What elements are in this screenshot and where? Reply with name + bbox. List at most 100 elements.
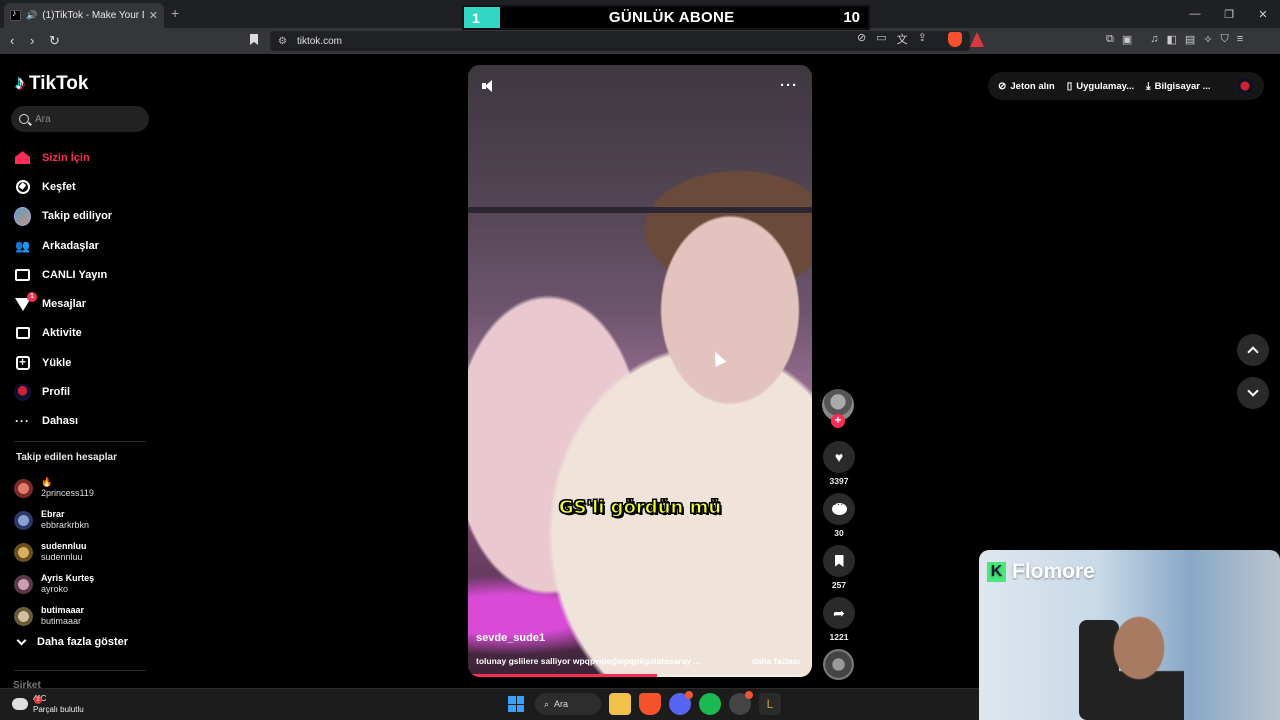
browser-toolbar: ‹ › ↻ ⚙ tiktok.com ⊘ ▭ 文 ⇪ ⧉ ▣ ♫ ◧ ▤ ✧ ⛉…	[0, 28, 1280, 54]
share-count: 1221	[829, 632, 849, 642]
steam-icon[interactable]	[729, 691, 753, 715]
spotify-icon[interactable]	[699, 693, 721, 715]
minimize-button[interactable]: —	[1178, 0, 1212, 28]
get-coins-button[interactable]: ⊘ Jeton alın	[998, 81, 1055, 92]
sidebar-toggle-icon[interactable]: ◧	[1167, 33, 1177, 46]
sidebar-nav: Sizin İçin Keşfet Takip ediliyor 👥 Arkad…	[14, 143, 112, 436]
nav-label: Takip ediliyor	[42, 210, 113, 223]
back-icon[interactable]: ‹	[10, 33, 14, 48]
video-author[interactable]: sevde_sude1	[476, 632, 545, 644]
brave-shield-icon[interactable]	[948, 32, 962, 47]
video-player[interactable]: ··· GS'li gördün mü sevde_sude1 tolunay …	[468, 65, 812, 677]
following-account[interactable]: Ayris Kurteş ayroko	[14, 568, 94, 600]
menu-icon[interactable]: ≡	[1237, 33, 1243, 46]
file-explorer-icon[interactable]	[609, 693, 631, 715]
nav-profile[interactable]: Profil	[14, 377, 112, 406]
nav-messages[interactable]: 1 Mesajlar	[14, 289, 112, 318]
search-input[interactable]	[35, 113, 135, 125]
maximize-button[interactable]: ❐	[1212, 0, 1246, 28]
nav-live[interactable]: CANLI Yayın	[14, 260, 112, 289]
sidebar-divider	[14, 441, 146, 442]
share-button[interactable]: ➦	[823, 597, 855, 629]
comment-button[interactable]	[823, 493, 855, 525]
following-account[interactable]: Ebrar ebbrarkrbkn	[14, 504, 94, 536]
screenshot-icon[interactable]: ▣	[1122, 33, 1132, 46]
show-more-button[interactable]: Daha fazla göster	[16, 635, 128, 648]
more-options-icon[interactable]: ···	[780, 77, 798, 94]
save-button[interactable]	[823, 545, 855, 577]
nav-label: Keşfet	[42, 180, 76, 193]
share-icon[interactable]: ⇪	[918, 31, 927, 47]
cast-icon[interactable]: ▭	[876, 31, 886, 47]
discord-icon[interactable]	[669, 691, 693, 715]
tab-close-icon[interactable]: ✕	[149, 9, 158, 22]
mute-icon[interactable]: ⊘	[857, 31, 866, 47]
chevron-up-icon	[1247, 346, 1259, 358]
nav-for-you[interactable]: Sizin İçin	[14, 143, 112, 172]
weather-widget[interactable]: 2 4°C Parçalı bulutlu	[10, 693, 84, 715]
activity-icon	[15, 327, 30, 340]
nav-following[interactable]: Takip ediliyor	[14, 202, 112, 231]
reload-icon[interactable]: ↻	[49, 33, 60, 49]
close-window-button[interactable]: ✕	[1246, 0, 1280, 28]
account-username: ayroko	[41, 584, 69, 594]
streamer	[1094, 610, 1184, 720]
daily-subscriber-banner: 1 GÜNLÜK ABONE 10	[462, 5, 870, 30]
messages-badge: 1	[27, 291, 37, 302]
see-more-link[interactable]: daha fazlası	[752, 656, 800, 666]
nav-more[interactable]: ··· Dahası	[14, 407, 112, 436]
notification-badge	[745, 691, 753, 699]
windows-logo-icon	[508, 696, 524, 712]
get-app-button[interactable]: ▯ Uygulamay...	[1067, 81, 1134, 92]
following-account[interactable]: sudennluu sudennluu	[14, 536, 94, 568]
user-avatar[interactable]	[1236, 77, 1254, 95]
next-video-button[interactable]	[1237, 377, 1269, 409]
vpn-icon[interactable]: ⛉	[1221, 33, 1229, 46]
url-actions: ⊘ ▭ 文 ⇪	[857, 31, 927, 47]
following-account[interactable]: butimaaar butimaaar	[14, 600, 94, 632]
coin-icon: ⊘	[998, 80, 1007, 92]
window-controls: — ❐ ✕	[1178, 0, 1280, 28]
more-dots-icon: ···	[15, 414, 30, 429]
browser-tab-tiktok[interactable]: 🔊 (1)TikTok - Make Your Day ✕	[4, 3, 164, 28]
nav-friends[interactable]: 👥 Arkadaşlar	[14, 231, 112, 260]
nav-upload[interactable]: + Yükle	[14, 348, 112, 377]
extensions-icon[interactable]: ⧉	[1106, 33, 1114, 46]
video-shelf	[468, 207, 812, 213]
nav-explore[interactable]: Keşfet	[14, 172, 112, 201]
new-tab-button[interactable]: +	[171, 5, 179, 21]
nav-activity[interactable]: Aktivite	[14, 319, 112, 348]
start-button[interactable]	[505, 693, 527, 715]
like-button[interactable]: ♥	[823, 441, 855, 473]
previous-video-button[interactable]	[1237, 334, 1269, 366]
tiktok-logo-text: TikTok	[29, 72, 89, 94]
bookmark-icon[interactable]	[250, 34, 258, 45]
following-account[interactable]: 🔥 2princess119	[14, 472, 94, 504]
wallet-icon[interactable]: ▤	[1185, 33, 1195, 46]
music-disc-icon[interactable]	[823, 649, 854, 680]
leo-ai-icon[interactable]: ✧	[1203, 33, 1212, 46]
notification-badge	[685, 691, 693, 699]
compass-icon	[15, 179, 30, 194]
volume-icon[interactable]	[482, 79, 496, 93]
account-username: ebbrarkrbkn	[41, 520, 90, 530]
avatar	[14, 574, 33, 594]
nav-label: Sizin İçin	[42, 151, 90, 164]
forward-icon[interactable]: ›	[30, 33, 34, 48]
tiktok-logo[interactable]: ♪ TikTok	[15, 72, 88, 95]
upload-icon: +	[15, 355, 30, 370]
league-client-icon[interactable]: L	[759, 693, 781, 715]
video-progress-bar[interactable]	[468, 674, 812, 677]
taskbar-search[interactable]: ⌕ Ara	[535, 693, 601, 715]
translate-icon[interactable]: 文	[897, 31, 908, 47]
sponsor-name: Flomore	[1012, 560, 1095, 583]
follow-plus-icon[interactable]: +	[831, 414, 845, 428]
brave-browser-icon[interactable]	[639, 693, 661, 715]
speaker-icon[interactable]: 🔊	[26, 10, 37, 21]
brave-rewards-icon[interactable]	[970, 32, 984, 47]
site-settings-icon[interactable]: ⚙	[278, 36, 287, 47]
search-box[interactable]	[11, 106, 149, 132]
creator-avatar[interactable]: +	[822, 389, 854, 428]
desktop-app-button[interactable]: ⤓ Bilgisayar ...	[1146, 81, 1210, 92]
media-icon[interactable]: ♫	[1150, 33, 1158, 46]
